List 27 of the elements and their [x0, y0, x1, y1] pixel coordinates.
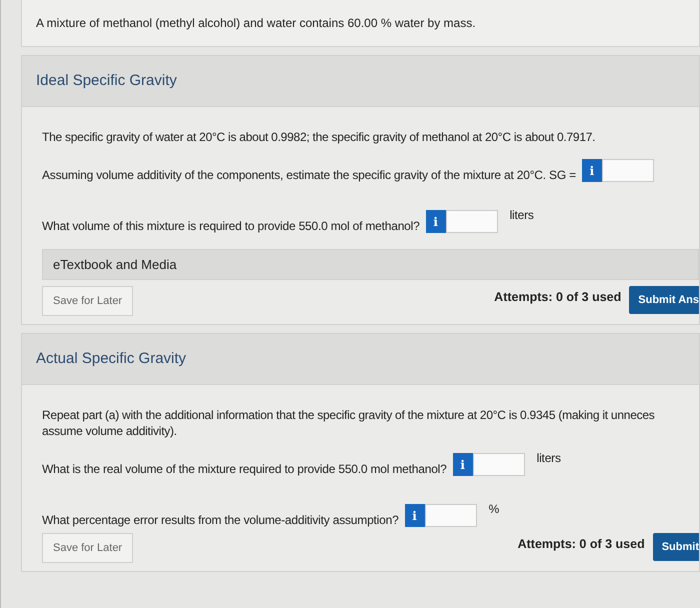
save-button[interactable]: Save for Later — [42, 286, 134, 316]
unit-label: liters — [536, 451, 561, 465]
question-text: What is the real volume of the mixture required to provide 550.0 mol methanol? — [42, 462, 447, 476]
info-button[interactable]: i — [426, 210, 446, 233]
info-button[interactable]: i — [582, 159, 602, 182]
problem-statement: A mixture of methanol (methyl alcohol) and water contains 60.00 % water by mass. — [36, 16, 476, 30]
instruction-text: The specific gravity of water at 20°C is about 0.9982; the specific gravity of methanol at 20°C is about 0.7917. — [42, 129, 596, 145]
section-title: Ideal Specific Gravity — [36, 72, 177, 89]
answer-field[interactable] — [602, 159, 654, 182]
unit-label: % — [488, 502, 500, 516]
answer-field[interactable] — [424, 504, 477, 527]
attempts-counter: Attempts: 0 of 3 used — [518, 537, 645, 551]
answer-field[interactable] — [472, 453, 525, 476]
info-button[interactable]: i — [404, 504, 425, 527]
media-bar[interactable]: eTextbook and Media — [42, 249, 699, 280]
answer-field[interactable] — [446, 210, 498, 233]
question-text: What percentage error results from the volume-additivity assumption? — [42, 513, 399, 527]
instruction-text: Repeat part (a) with the additional information that the specific gravity of the mixture at 20°C is 0.9345 (making it unneces assume volume additivity). — [42, 407, 656, 439]
submit-button[interactable]: Submit Ans — [629, 286, 699, 314]
info-button[interactable]: i — [452, 453, 473, 476]
submit-button[interactable]: Submit — [652, 533, 699, 561]
section-title: Actual Specific Gravity — [36, 350, 186, 367]
save-button[interactable]: Save for Later — [42, 533, 134, 563]
unit-label: liters — [510, 208, 534, 222]
question-text: What volume of this mixture is required to provide 550.0 mol of methanol? — [42, 219, 420, 233]
question-text: Assuming volume additivity of the components, estimate the specific gravity of the mixture at 20°C. SG = — [42, 168, 576, 182]
attempts-counter: Attempts: 0 of 3 used — [494, 290, 622, 304]
